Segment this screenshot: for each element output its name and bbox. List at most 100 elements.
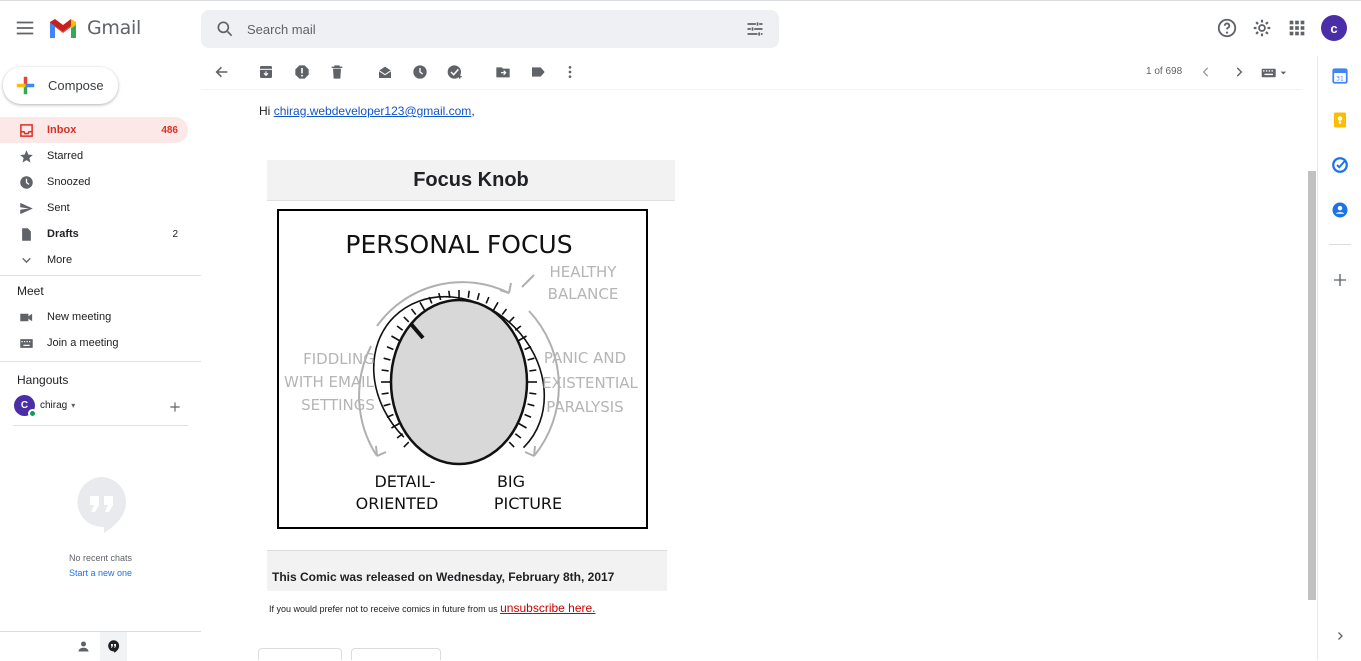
- label-paralysis: PARALYSIS: [546, 398, 623, 416]
- expand-panel-chevron-icon[interactable]: [1334, 630, 1346, 642]
- move-to-folder-icon[interactable]: [495, 64, 511, 80]
- comic-heading: PERSONAL FOCUS: [345, 230, 572, 259]
- inbox-icon: [18, 122, 34, 138]
- search-input[interactable]: [247, 21, 745, 37]
- sidebar-item-label: Sent: [47, 202, 70, 214]
- knob-tick: [476, 292, 480, 301]
- recipient-email-link[interactable]: chirag.webdeveloper123@gmail.com: [274, 104, 472, 118]
- archive-icon[interactable]: [258, 64, 274, 80]
- add-to-tasks-icon[interactable]: [447, 64, 463, 80]
- input-tools-keyboard-icon[interactable]: [1261, 66, 1289, 80]
- unread-count: 486: [161, 124, 178, 136]
- hangouts-username: chirag: [40, 400, 68, 411]
- left-sidebar: Compose Inbox 486 Starred Snoozed Sent D…: [0, 56, 201, 661]
- folder-nav: Inbox 486 Starred Snoozed Sent Drafts 2 …: [0, 117, 188, 273]
- focus-knob-drawing: PERSONAL FOCUS HEALTHY BALANCE FIDDLING …: [284, 230, 638, 513]
- hangouts-bottom-bar: [0, 631, 201, 661]
- label-picture: PICTURE: [494, 494, 562, 513]
- knob-tick: [381, 369, 389, 372]
- side-panel-rail: 31: [1317, 56, 1361, 660]
- join-meeting-button[interactable]: Join a meeting: [0, 330, 188, 356]
- mark-unread-icon[interactable]: [377, 64, 393, 80]
- search-options-icon[interactable]: [745, 19, 765, 39]
- get-addons-plus-icon[interactable]: [1332, 272, 1348, 288]
- knob-tick: [527, 403, 535, 407]
- label-detail: DETAIL-: [374, 472, 435, 491]
- greeting-prefix: Hi: [259, 104, 271, 118]
- main-menu-icon[interactable]: [14, 17, 36, 39]
- content-scrollbar[interactable]: [1308, 171, 1316, 600]
- unsubscribe-prefix: If you would prefer not to receive comic…: [269, 604, 498, 614]
- knob-tick: [492, 301, 499, 312]
- next-chevron-icon[interactable]: [1232, 65, 1246, 79]
- hangouts-avatar: C: [14, 395, 37, 418]
- report-spam-icon[interactable]: [294, 64, 310, 80]
- comic-image[interactable]: PERSONAL FOCUS HEALTHY BALANCE FIDDLING …: [277, 209, 648, 529]
- video-icon: [18, 309, 34, 325]
- sidebar-item-more[interactable]: More: [0, 247, 188, 273]
- gmail-logo[interactable]: Gmail: [48, 16, 141, 40]
- keep-notes-icon[interactable]: [1331, 111, 1349, 129]
- label-balance: BALANCE: [548, 285, 619, 303]
- sidebar-item-label: Drafts: [47, 228, 79, 240]
- meet-section: New meeting Join a meeting: [0, 304, 188, 356]
- release-date-text: This Comic was released on Wednesday, Fe…: [272, 570, 615, 584]
- previous-chevron-icon[interactable]: [1199, 65, 1213, 79]
- contacts-icon[interactable]: [1331, 201, 1349, 219]
- account-avatar[interactable]: c: [1321, 15, 1347, 41]
- sidebar-item-snoozed[interactable]: Snoozed: [0, 169, 188, 195]
- send-icon: [18, 200, 34, 216]
- unsubscribe-link[interactable]: unsubscribe here.: [500, 601, 595, 615]
- hangouts-tab[interactable]: [100, 632, 127, 661]
- no-chats-text: No recent chats: [68, 553, 133, 563]
- online-status-dot: [28, 409, 37, 418]
- sidebar-item-starred[interactable]: Starred: [0, 143, 188, 169]
- sidebar-item-label: Starred: [47, 150, 84, 162]
- knob-tick: [508, 316, 515, 323]
- settings-gear-icon[interactable]: [1251, 17, 1273, 39]
- knob-tick: [419, 301, 426, 312]
- chevron-down-icon: [18, 252, 34, 268]
- add-chat-icon[interactable]: [168, 400, 182, 414]
- label-fiddling: FIDDLING: [303, 350, 375, 368]
- sidebar-item-label: More: [47, 254, 73, 266]
- hangouts-user[interactable]: C chirag ▾: [14, 395, 75, 418]
- search-icon[interactable]: [215, 19, 235, 39]
- calendar-icon[interactable]: 31: [1331, 67, 1349, 85]
- tasks-icon[interactable]: [1331, 156, 1349, 174]
- top-bar: Gmail c: [0, 0, 1361, 56]
- unsubscribe-line: If you would prefer not to receive comic…: [269, 601, 596, 615]
- sidebar-item-drafts[interactable]: Drafts 2: [0, 221, 188, 247]
- caret-down-icon[interactable]: ▾: [71, 401, 75, 410]
- start-new-chat-link[interactable]: Start a new one: [0, 568, 201, 578]
- person-icon[interactable]: [76, 639, 91, 654]
- knob-tick: [529, 369, 537, 372]
- forward-button[interactable]: [351, 648, 441, 660]
- label-panic-and: PANIC AND: [544, 349, 626, 367]
- knob-tick: [524, 413, 532, 418]
- help-icon[interactable]: [1216, 17, 1238, 39]
- label-settings: SETTINGS: [301, 396, 375, 414]
- star-icon: [18, 148, 34, 164]
- divider: [13, 425, 188, 426]
- sidebar-item-sent[interactable]: Sent: [0, 195, 188, 221]
- label-icon[interactable]: [530, 64, 546, 80]
- knob-tick: [383, 403, 391, 407]
- search-bar[interactable]: [201, 10, 779, 48]
- delete-trash-icon[interactable]: [329, 64, 345, 80]
- draft-icon: [18, 226, 34, 242]
- divider: [0, 361, 201, 362]
- release-date-banner: This Comic was released on Wednesday, Fe…: [267, 550, 667, 591]
- label-oriented: ORIENTED: [356, 494, 439, 513]
- compose-button[interactable]: Compose: [3, 67, 118, 104]
- knob-tick: [403, 316, 410, 323]
- reply-button[interactable]: [258, 648, 342, 660]
- back-arrow-icon[interactable]: [214, 64, 230, 80]
- snooze-clock-icon[interactable]: [412, 64, 428, 80]
- email-body: Hi chirag.webdeveloper123@gmail.com, Foc…: [201, 91, 1302, 660]
- new-meeting-button[interactable]: New meeting: [0, 304, 188, 330]
- apps-grid-icon[interactable]: [1286, 17, 1308, 39]
- sidebar-item-inbox[interactable]: Inbox 486: [0, 117, 188, 143]
- more-vertical-icon[interactable]: [562, 64, 578, 80]
- label-with-email: WITH EMAIL: [284, 373, 375, 391]
